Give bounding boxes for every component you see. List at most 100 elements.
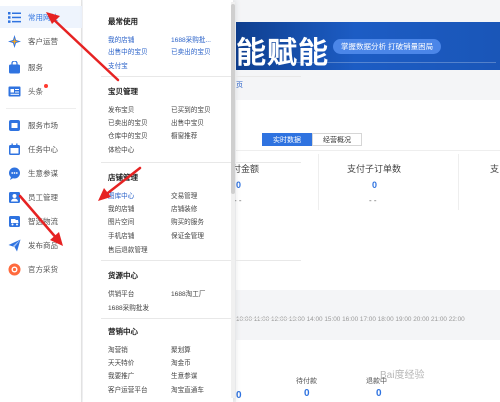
sidebar-item-common-urls[interactable]: 常用网址 [0,6,82,28]
metric-divider [458,154,459,210]
sidebar-item-label: 服务市场 [28,120,58,130]
link-fragment[interactable]: 页 [236,80,243,90]
menu-item-alipay[interactable]: 支付宝 [108,60,128,70]
menu-item-business-advisor[interactable]: 生意参谋 [171,370,197,380]
sidebar-item-business-advisor[interactable]: 生意参谋 [0,162,82,184]
common-urls-flyout-menu: 最常使用 我的店铺 1688采购批... 出售中的宝贝 已卖出的宝贝 支付宝 宝… [83,0,301,402]
menu-item-customer-ops-platform[interactable]: 客户运营平台 [108,384,148,394]
list-icon [8,11,21,24]
menu-item-showcase[interactable]: 橱窗推荐 [171,130,197,140]
group-title-sourcing-center: 货源中心 [108,271,138,280]
group-separator [101,318,301,319]
sidebar-item-official-sourcing[interactable]: 官方采货 [0,258,82,280]
menu-item-mobile-store[interactable]: 手机店铺 [108,230,134,240]
menu-item-publish[interactable]: 发布宝贝 [108,104,134,114]
sidebar-item-service-market[interactable]: 服务市场 [0,114,82,136]
metric-sub-orders-label: 支付子订单数 [347,164,402,174]
menu-item-promote[interactable]: 我要推广 [108,370,134,380]
sidebar-item-headlines[interactable]: 头条 [0,80,82,102]
metric-sub-orders-compare: - - [369,196,377,205]
group-separator [101,260,301,261]
news-icon [8,85,21,98]
pending-payment-value: 0 [304,388,310,399]
sidebar-item-label: 员工管理 [28,192,58,202]
menu-item-juhuasuan[interactable]: 聚划算 [171,344,191,354]
menu-item-1688-wholesale[interactable]: 1688采购批发 [108,302,149,312]
chat-icon [8,167,21,180]
menu-scrollbar[interactable] [231,2,235,398]
menu-item-on-sale[interactable]: 出售中的宝贝 [108,46,148,56]
sidebar-divider [6,108,76,109]
first-status-value: 0 [236,390,242,401]
sidebar-item-service[interactable]: 服务 [0,56,82,78]
menu-item-taojinbi[interactable]: 淘金币 [171,357,191,367]
realtime-data-card: 实时数据 经营概况 付金额 0 - - 支付子订单数 0 - - 支 10:00… [232,100,500,323]
sidebar-item-label: 生意参谋 [28,168,58,178]
menu-item-sold[interactable]: 已卖出的宝贝 [171,46,211,56]
sidebar-item-label: 官方采货 [28,264,58,274]
group-separator [101,76,301,77]
menu-item-my-shop[interactable]: 我的店铺 [108,34,134,44]
send-icon [8,239,21,252]
data-tabs: 实时数据 经营概况 [256,133,362,146]
logistics-icon [8,215,21,228]
promo-banner[interactable]: 能赋能 掌握数据分析 打破销量困局 [236,22,500,70]
menu-scrollbar-thumb[interactable] [231,4,235,194]
menu-item-my-store[interactable]: 我的店铺 [108,203,134,213]
menu-item-store-decoration[interactable]: 店铺装修 [171,203,197,213]
pending-payment-label: 待付款 [296,378,317,385]
sidebar-item-task-center[interactable]: 任务中心 [0,138,82,160]
banner-title: 能赋能 [236,36,329,70]
notification-dot [44,83,48,88]
market-icon [8,119,21,132]
left-sidebar: 常用网址 客户运营 服务 头条 服务市场 任务中心 生意参谋 员工管理 智选物流… [0,0,82,402]
menu-item-tao-marketing[interactable]: 淘营销 [108,344,128,354]
metric-divider [318,154,319,210]
menu-item-sold-items[interactable]: 已卖出的宝贝 [108,117,148,127]
bag-icon [8,60,21,74]
compass-icon [8,34,21,48]
tab-realtime-data[interactable]: 实时数据 [262,133,312,146]
menu-item-after-sales-refund[interactable]: 售后退款管理 [108,244,148,254]
menu-item-1688-purchase[interactable]: 1688采购批... [171,34,211,44]
menu-item-taobao-express[interactable]: 淘宝直通车 [171,384,204,394]
menu-item-purchased-services[interactable]: 购买的服务 [171,216,204,226]
metric-payment-amount-value: 0 [236,180,242,190]
sidebar-item-label: 服务 [28,62,43,72]
menu-item-image-center[interactable]: 图库中心 [108,190,134,200]
banner-decoration [276,62,496,63]
metric-payment-amount-compare: - - [234,196,242,205]
menu-item-bought[interactable]: 已买到的宝贝 [171,104,211,114]
refunding-value: 0 [376,388,382,399]
sidebar-item-label: 任务中心 [28,144,58,154]
sidebar-item-logistics[interactable]: 智选物流 [0,210,82,232]
sidebar-item-label: 客户运营 [28,36,58,46]
sidebar-item-publish-product[interactable]: 发布商品 [0,234,82,256]
menu-item-daily-deals[interactable]: 天天特价 [108,357,134,367]
metric-sub-orders-value: 0 [372,180,378,190]
tab-business-overview[interactable]: 经营概况 [312,133,362,146]
menu-item-image-space[interactable]: 图片空间 [108,216,134,226]
menu-item-trade-management[interactable]: 交易管理 [171,190,197,200]
menu-item-on-sale-items[interactable]: 出售中宝贝 [171,117,204,127]
group-title-shop-management: 店铺管理 [108,173,138,182]
sidebar-item-staff[interactable]: 员工管理 [0,186,82,208]
sidebar-item-customer-ops[interactable]: 客户运营 [0,30,82,52]
card-divider [236,150,500,151]
menu-item-supply-platform[interactable]: 供销平台 [108,288,134,298]
banner-pill[interactable]: 掌握数据分析 打破销量困局 [333,39,442,54]
menu-item-health-check[interactable]: 体检中心 [108,144,134,154]
menu-item-warehouse[interactable]: 仓库中的宝贝 [108,130,148,140]
group-title-most-used: 最常使用 [108,17,138,26]
group-separator [101,162,301,163]
sidebar-item-label: 发布商品 [28,240,58,250]
menu-item-deposit-management[interactable]: 保证金管理 [171,230,204,240]
sidebar-item-label: 常用网址 [28,12,58,22]
group-title-marketing-center: 营销中心 [108,327,138,336]
group-title-item-management: 宝贝管理 [108,87,138,96]
menu-item-1688-factory[interactable]: 1688淘工厂 [171,288,205,298]
order-status-card: 待付款 退款中 0 0 0 [236,340,500,402]
staff-icon [8,191,21,204]
sidebar-item-label: 智选物流 [28,216,58,226]
metric-third-label: 支 [490,164,500,174]
